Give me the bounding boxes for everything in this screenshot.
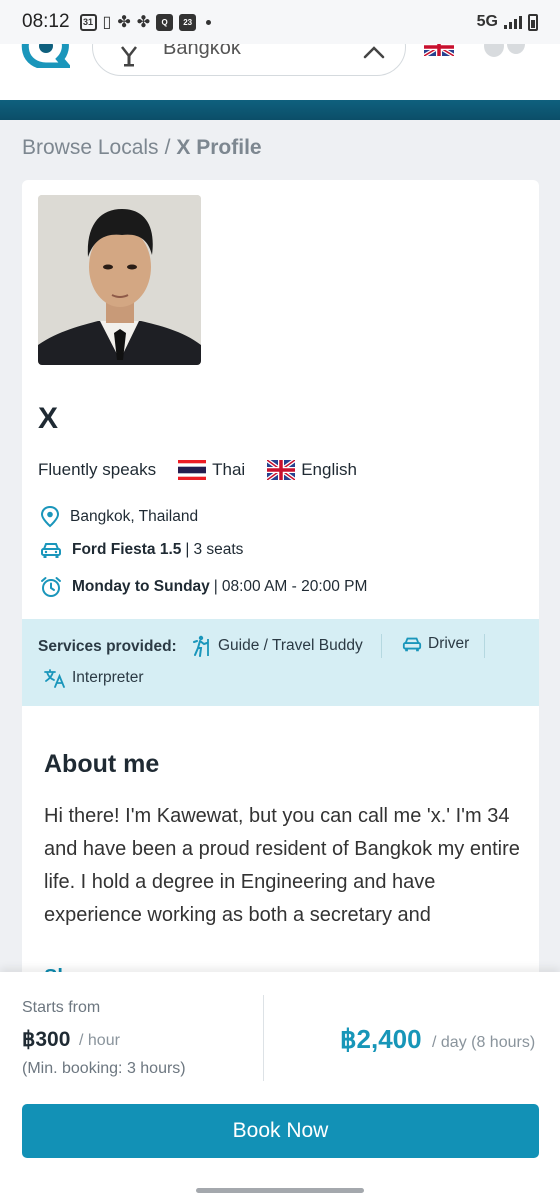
app-badge-icon: Q xyxy=(156,13,174,31)
about-text: Hi there! I'm Kawewat, but you can call … xyxy=(44,805,520,926)
language-thai: Thai xyxy=(178,460,245,480)
logo-icon[interactable] xyxy=(20,44,70,68)
services-panel: Services provided: Guide / Travel Buddy … xyxy=(22,619,539,706)
service-label: Guide / Travel Buddy xyxy=(218,637,363,654)
location-row: Bangkok, Thailand xyxy=(40,506,198,528)
service-label: Interpreter xyxy=(72,669,144,686)
car-icon xyxy=(41,543,61,558)
service-divider xyxy=(381,634,382,658)
service-guide: Guide / Travel Buddy xyxy=(192,635,363,657)
languages-row: Fluently speaks Thai English xyxy=(38,460,357,480)
profile-card: X Fluently speaks Thai English Bangkok, … xyxy=(22,180,539,980)
breadcrumb-separator: / xyxy=(164,136,171,159)
calendar-icon: 31 xyxy=(79,13,97,31)
about-title: About me xyxy=(44,750,160,778)
translate-icon xyxy=(44,669,65,688)
hourly-unit: / hour xyxy=(79,1032,120,1049)
services-label: Services provided: xyxy=(38,638,177,655)
uk-flag-icon[interactable] xyxy=(424,44,454,56)
language-english: English xyxy=(267,460,357,480)
notification-icon: ▯ xyxy=(102,14,112,31)
network-type: 5G xyxy=(476,13,498,30)
car-icon xyxy=(402,637,422,652)
speaks-label: Fluently speaks xyxy=(38,460,157,479)
service-driver: Driver xyxy=(402,635,469,653)
thai-flag-icon xyxy=(178,460,207,480)
availability-days: Monday to Sunday xyxy=(72,578,210,595)
booking-panel: Starts from ฿300 / hour (Min. booking: 3… xyxy=(0,972,560,1200)
info-separator: | xyxy=(213,578,218,595)
car-row: Ford Fiesta 1.5 | 3 seats xyxy=(40,541,243,559)
book-now-button[interactable]: Book Now xyxy=(22,1104,539,1158)
service-divider xyxy=(484,634,485,658)
location-text: Bangkok, Thailand xyxy=(70,508,199,525)
uk-flag-icon xyxy=(267,460,296,480)
car-model: Ford Fiesta 1.5 xyxy=(72,541,182,558)
banner-strip xyxy=(0,100,560,120)
location-pin-icon xyxy=(40,506,60,528)
more-notifications-icon xyxy=(206,19,212,25)
clear-icon[interactable] xyxy=(363,45,385,65)
language-label: Thai xyxy=(212,460,246,479)
availability-hours: 08:00 AM - 20:00 PM xyxy=(221,578,368,595)
hiker-icon xyxy=(193,635,209,657)
alarm-clock-icon xyxy=(41,577,61,597)
car-seats: 3 seats xyxy=(193,541,244,558)
site-header: Bangkok xyxy=(0,44,560,100)
status-icons: 31 ▯ ✤ ✤ Q 23 xyxy=(79,12,212,32)
status-bar: 08:12 31 ▯ ✤ ✤ Q 23 5G xyxy=(0,0,560,44)
search-value: Bangkok xyxy=(163,44,241,59)
breadcrumb-link-browse[interactable]: Browse Locals xyxy=(22,136,159,159)
breadcrumb-current: X Profile xyxy=(176,136,262,159)
status-time: 08:12 xyxy=(22,11,70,32)
battery-icon xyxy=(528,13,538,31)
info-separator: | xyxy=(185,541,190,558)
pinwheel-icon-2: ✤ xyxy=(136,14,151,31)
starts-from-label: Starts from xyxy=(22,999,101,1016)
profile-photo-image xyxy=(38,195,201,365)
daily-price: ฿2,400 xyxy=(340,1024,422,1054)
search-input[interactable]: Bangkok xyxy=(92,44,406,76)
search-pin-icon xyxy=(121,46,137,67)
min-booking-note: (Min. booking: 3 hours) xyxy=(22,1060,186,1077)
daily-unit: / day (8 hours) xyxy=(432,1034,536,1051)
status-right: 5G xyxy=(477,13,538,31)
signal-icon xyxy=(504,15,522,29)
service-label: Driver xyxy=(428,635,470,652)
price-divider xyxy=(263,995,264,1081)
hourly-price: ฿300 xyxy=(22,1028,71,1051)
profile-photo xyxy=(38,195,201,365)
availability-row: Monday to Sunday | 08:00 AM - 20:00 PM xyxy=(40,576,367,598)
language-label: English xyxy=(301,460,357,479)
calendar-icon-2: 23 xyxy=(179,13,197,31)
service-interpreter: Interpreter xyxy=(44,668,144,688)
home-indicator[interactable] xyxy=(196,1188,364,1193)
breadcrumb: Browse Locals / X Profile xyxy=(22,136,262,160)
profile-name: X xyxy=(38,402,59,435)
pinwheel-icon: ✤ xyxy=(117,14,131,31)
user-icon[interactable] xyxy=(480,44,528,58)
